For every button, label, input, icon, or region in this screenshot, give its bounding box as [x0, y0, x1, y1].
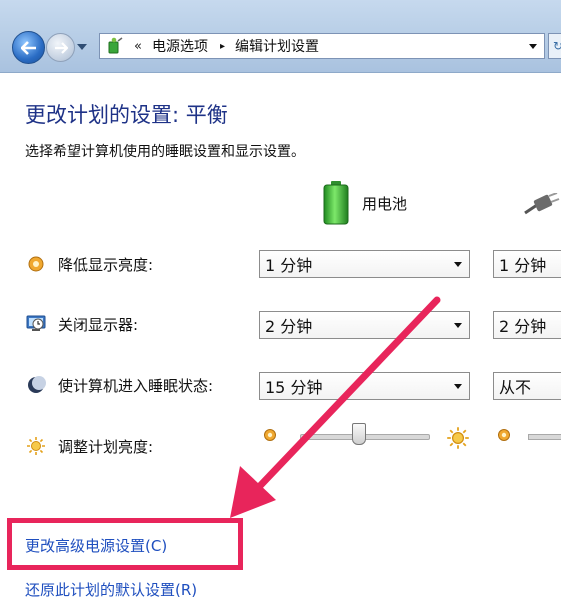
plugged-brightness-slider-track[interactable]: [528, 434, 561, 440]
restore-default-settings-link[interactable]: 还原此计划的默认设置(R): [25, 579, 197, 600]
turn-off-display-battery-select[interactable]: 2 分钟: [259, 311, 470, 339]
battery-brightness-slider-thumb[interactable]: [352, 423, 366, 445]
adjust-brightness-label: 调整计划亮度:: [58, 438, 154, 456]
battery-icon: [323, 181, 349, 225]
brightness-high-icon: [447, 427, 469, 449]
address-dropdown-arrow[interactable]: [529, 44, 537, 49]
put-to-sleep-plugged-value: 从不: [499, 378, 532, 397]
forward-button[interactable]: [46, 33, 75, 62]
on-battery-column-header: 用电池: [322, 180, 407, 226]
put-to-sleep-battery-select[interactable]: 15 分钟: [259, 372, 470, 400]
breadcrumb-power-options[interactable]: 电源选项: [152, 36, 208, 56]
chevron-down-icon: [454, 384, 462, 389]
back-button[interactable]: [12, 31, 45, 64]
on-battery-label: 用电池: [362, 194, 408, 213]
annotation-highlight-box: [7, 518, 243, 570]
brightness-low-icon: [264, 429, 276, 441]
dim-display-plugged-select[interactable]: 1 分钟: [493, 250, 561, 278]
sleep-moon-icon: [28, 376, 46, 393]
dim-display-plugged-value: 1 分钟: [499, 256, 547, 275]
breadcrumb-edit-plan-settings[interactable]: 编辑计划设置: [235, 36, 319, 56]
address-bar[interactable]: « 电源选项 ▸ 编辑计划设置: [99, 33, 545, 59]
turn-off-display-label: 关闭显示器:: [58, 316, 139, 334]
recent-pages-dropdown[interactable]: [77, 44, 87, 50]
turn-off-display-battery-value: 2 分钟: [265, 317, 313, 336]
forward-arrow-icon: [54, 41, 68, 54]
dim-display-battery-select[interactable]: 1 分钟: [259, 250, 470, 278]
dim-display-icon: [28, 256, 44, 272]
chevron-down-icon: [454, 323, 462, 328]
chevron-down-icon: [454, 262, 462, 267]
page-title: 更改计划的设置: 平衡: [25, 103, 228, 127]
brightness-low-icon-plugged: [498, 429, 510, 441]
brightness-sun-icon: [27, 437, 45, 455]
turn-off-display-plugged-select[interactable]: 2 分钟: [493, 311, 561, 339]
page-description: 选择希望计算机使用的睡眠设置和显示设置。: [25, 144, 305, 160]
dim-display-battery-value: 1 分钟: [265, 256, 313, 275]
put-to-sleep-plugged-select[interactable]: 从不: [493, 372, 561, 400]
refresh-button[interactable]: ↻: [548, 33, 561, 59]
monitor-off-icon: [26, 315, 46, 331]
breadcrumb-separator-arrow[interactable]: ▸: [220, 41, 225, 52]
dim-display-label: 降低显示亮度:: [58, 256, 154, 274]
plugged-in-icon: [524, 193, 560, 215]
explorer-navigation-bar: « 电源选项 ▸ 编辑计划设置 ↻: [0, 0, 561, 73]
power-options-icon: [108, 37, 123, 54]
breadcrumb-overflow[interactable]: «: [134, 39, 142, 54]
put-to-sleep-battery-value: 15 分钟: [265, 378, 323, 397]
back-arrow-icon: [20, 40, 36, 55]
put-to-sleep-label: 使计算机进入睡眠状态:: [58, 377, 214, 395]
turn-off-display-plugged-value: 2 分钟: [499, 317, 547, 336]
